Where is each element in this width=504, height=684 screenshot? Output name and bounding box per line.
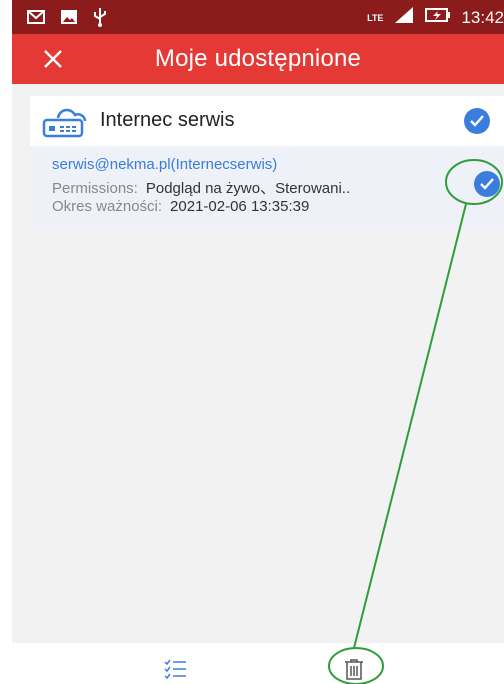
annotation-overlay bbox=[328, 159, 503, 684]
annotation-circle-trash bbox=[328, 647, 384, 684]
annotation-circle-check bbox=[445, 159, 503, 205]
annotation-connector bbox=[353, 203, 467, 649]
